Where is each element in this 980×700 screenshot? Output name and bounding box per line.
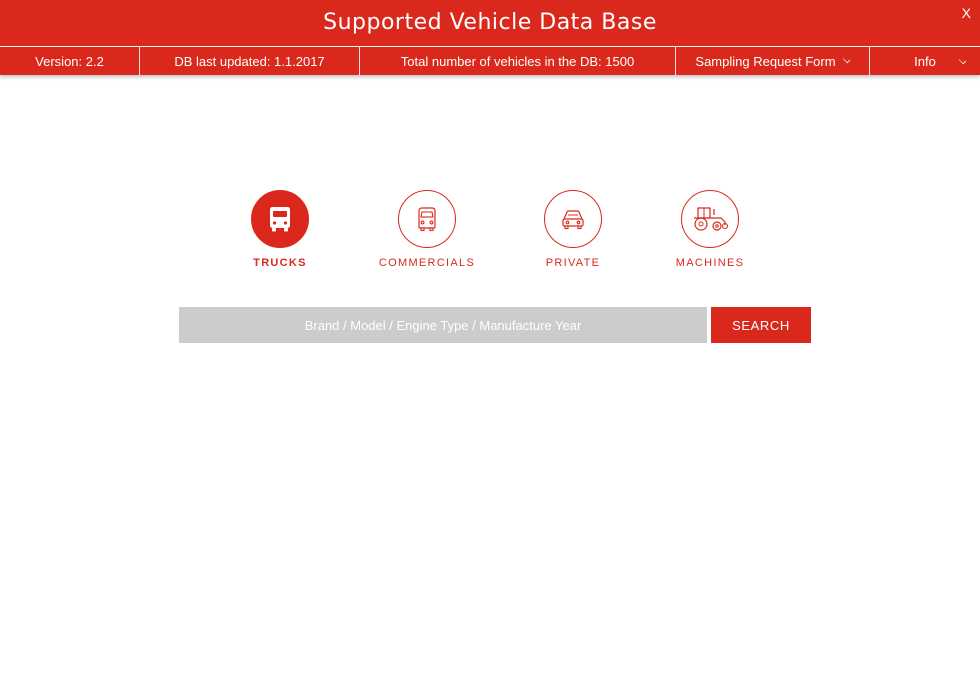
- search-button[interactable]: SEARCH: [711, 307, 811, 343]
- category-commercials-label: COMMERCIALS: [378, 257, 476, 269]
- category-private[interactable]: PRIVATE: [503, 190, 643, 269]
- info-dropdown[interactable]: Info: [870, 47, 980, 75]
- category-trucks[interactable]: TRUCKS: [210, 190, 350, 269]
- sampling-request-form-label: Sampling Request Form: [695, 53, 836, 69]
- category-trucks-circle: [251, 190, 309, 248]
- car-icon: [562, 210, 584, 230]
- van-icon: [418, 207, 436, 232]
- db-updated-label: DB last updated: 1.1.2017: [140, 47, 360, 75]
- chevron-down-icon: [842, 55, 850, 64]
- db-updated-text: DB last updated: 1.1.2017: [174, 53, 325, 69]
- category-commercials-circle: [398, 190, 456, 248]
- app-window: Supported Vehicle Data Base X Version: 2…: [0, 0, 980, 700]
- category-trucks-label: TRUCKS: [253, 257, 307, 269]
- info-label: Info: [914, 53, 936, 69]
- category-machines-label: MACHINES: [675, 257, 745, 269]
- category-machines[interactable]: MACHINES: [640, 190, 780, 269]
- tractor-icon: [694, 207, 729, 231]
- version-label: Version: 2.2: [0, 47, 140, 75]
- chevron-down-icon: [958, 56, 967, 65]
- info-bar: Version: 2.2 DB last updated: 1.1.2017 T…: [0, 47, 980, 75]
- close-button[interactable]: X: [962, 5, 971, 21]
- total-vehicles-label: Total number of vehicles in the DB: 1500: [360, 47, 676, 75]
- total-vehicles-text: Total number of vehicles in the DB: 1500: [400, 53, 635, 69]
- truck-icon: [270, 207, 290, 232]
- title-bar: Supported Vehicle Data Base X: [0, 0, 980, 46]
- category-commercials[interactable]: COMMERCIALS: [357, 190, 497, 269]
- window-title: Supported Vehicle Data Base: [323, 10, 657, 35]
- category-private-circle: [544, 190, 602, 248]
- category-private-label: PRIVATE: [545, 257, 601, 269]
- version-text: Version: 2.2: [35, 53, 104, 69]
- search-input[interactable]: [179, 307, 707, 343]
- sampling-request-form-dropdown[interactable]: Sampling Request Form: [676, 47, 870, 75]
- category-machines-circle: [681, 190, 739, 248]
